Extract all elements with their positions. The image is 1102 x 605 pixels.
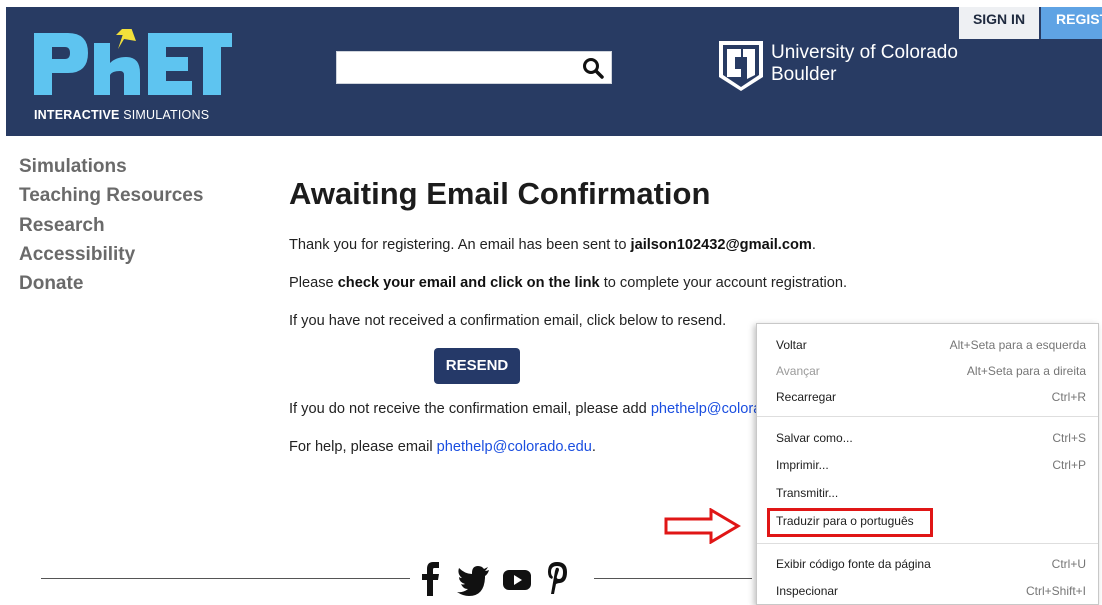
menu-item-label: Salvar como... xyxy=(776,431,853,445)
menu-item-reload[interactable]: Recarregar Ctrl+R xyxy=(757,384,1098,410)
page-title: Awaiting Email Confirmation xyxy=(289,176,711,211)
cu-boulder-logo[interactable]: University of Colorado Boulder xyxy=(715,35,975,95)
menu-item-label: Voltar xyxy=(776,338,807,352)
sign-in-button[interactable]: SIGN IN xyxy=(959,7,1039,39)
logo-tagline-rest: SIMULATIONS xyxy=(119,108,210,122)
cu-emblem-icon xyxy=(719,41,763,91)
sidebar-item-research[interactable]: Research xyxy=(19,211,203,240)
menu-item-back[interactable]: Voltar Alt+Seta para a esquerda xyxy=(757,332,1098,358)
menu-separator xyxy=(757,416,1098,417)
browser-context-menu: Voltar Alt+Seta para a esquerda Avançar … xyxy=(756,323,1099,605)
footer-divider-left xyxy=(41,578,410,579)
search-icon[interactable] xyxy=(581,56,605,80)
search-box xyxy=(336,51,612,84)
menu-item-shortcut: Alt+Seta para a esquerda xyxy=(949,338,1086,352)
thanks-paragraph: Thank you for registering. An email has … xyxy=(289,237,816,253)
menu-item-shortcut: Ctrl+P xyxy=(1052,458,1086,472)
twitter-icon[interactable] xyxy=(456,560,490,596)
menu-item-shortcut: Ctrl+U xyxy=(1051,557,1086,571)
sidebar-item-teaching-resources[interactable]: Teaching Resources xyxy=(19,181,203,210)
menu-item-print[interactable]: Imprimir... Ctrl+P xyxy=(757,452,1098,478)
sidebar-item-accessibility[interactable]: Accessibility xyxy=(19,240,203,269)
add-text: If you do not receive the confirmation e… xyxy=(289,401,651,417)
main-content: Awaiting Email Confirmation Thank you fo… xyxy=(289,176,849,455)
menu-item-label: Inspecionar xyxy=(776,584,839,598)
check-bold: check your email and click on the link xyxy=(337,275,600,291)
menu-item-label: Exibir código fonte da página xyxy=(776,557,931,571)
university-line1: University of Colorado xyxy=(771,42,958,63)
youtube-icon[interactable] xyxy=(502,560,532,596)
menu-item-save-as[interactable]: Salvar como... Ctrl+S xyxy=(757,425,1098,451)
menu-item-cast[interactable]: Transmitir... xyxy=(757,480,1098,506)
menu-item-label: Transmitir... xyxy=(776,486,839,500)
university-name: University of Colorado Boulder xyxy=(771,42,958,86)
thanks-end: . xyxy=(811,237,816,253)
menu-item-shortcut: Ctrl+S xyxy=(1052,431,1086,445)
menu-item-inspect[interactable]: Inspecionar Ctrl+Shift+I xyxy=(757,578,1098,604)
site-header: INTERACTIVE SIMULATIONS University of Co… xyxy=(6,7,1102,136)
check-pre: Please xyxy=(289,275,338,291)
arrow-right-icon xyxy=(664,508,741,544)
menu-item-view-source[interactable]: Exibir código fonte da página Ctrl+U xyxy=(757,551,1098,577)
sidebar-item-simulations[interactable]: Simulations xyxy=(19,152,203,181)
thanks-text: Thank you for registering. An email has … xyxy=(289,237,631,253)
register-button[interactable]: REGISTER xyxy=(1041,7,1102,39)
pinterest-icon[interactable] xyxy=(546,560,568,596)
menu-item-shortcut: Ctrl+Shift+I xyxy=(1025,584,1086,598)
phet-logo[interactable]: INTERACTIVE SIMULATIONS xyxy=(32,15,232,130)
sidebar-item-donate[interactable]: Donate xyxy=(19,269,203,298)
logo-tagline-bold: INTERACTIVE xyxy=(34,108,120,122)
menu-item-label: Imprimir... xyxy=(776,458,829,472)
menu-item-label: Recarregar xyxy=(776,390,837,404)
facebook-icon[interactable] xyxy=(420,560,442,596)
menu-item-label: Avançar xyxy=(776,364,820,378)
check-post: to complete your account registration. xyxy=(599,275,848,291)
footer-divider-right xyxy=(594,578,752,579)
phet-wordmark-icon xyxy=(34,29,232,95)
menu-item-shortcut: Alt+Seta para a direita xyxy=(966,364,1086,378)
not-received-paragraph: If you have not received a confirmation … xyxy=(289,313,727,329)
add-sender-paragraph: If you do not receive the confirmation e… xyxy=(289,401,806,417)
sidebar-nav: Simulations Teaching Resources Research … xyxy=(19,152,203,298)
help-end: . xyxy=(591,439,596,455)
menu-item-forward[interactable]: Avançar Alt+Seta para a direita xyxy=(757,358,1098,384)
resend-button[interactable]: RESEND xyxy=(434,348,520,384)
check-email-paragraph: Please check your email and click on the… xyxy=(289,275,847,291)
menu-separator xyxy=(757,543,1098,544)
logo-tagline: INTERACTIVE SIMULATIONS xyxy=(34,108,209,122)
translate-highlight-box xyxy=(767,508,933,537)
help-text: For help, please email xyxy=(289,439,437,455)
menu-item-shortcut: Ctrl+R xyxy=(1051,390,1086,404)
help-email-link[interactable]: phethelp@colorado.edu xyxy=(437,439,592,455)
search-input[interactable] xyxy=(337,52,573,83)
help-paragraph: For help, please email phethelp@colorado… xyxy=(289,439,596,455)
university-line2: Boulder xyxy=(771,64,837,85)
registered-email: jailson102432@gmail.com xyxy=(630,237,812,253)
